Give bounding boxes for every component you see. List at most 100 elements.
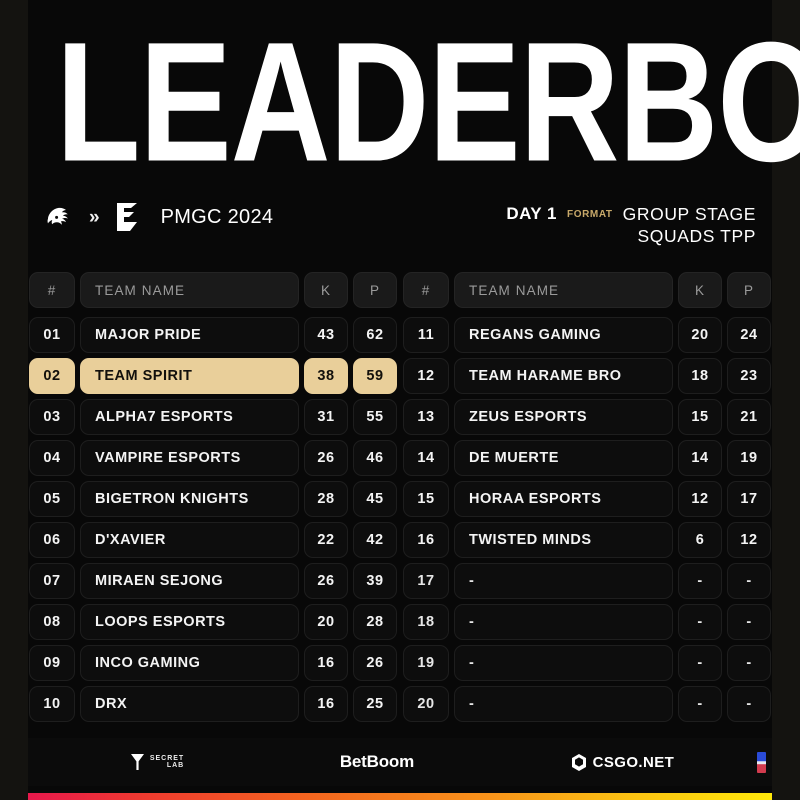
table-row[interactable]: 16 TWISTED MINDS 6 12: [403, 522, 771, 558]
cell-rank: 19: [403, 645, 449, 681]
standings-tables: # TEAM NAME K P 01 MAJOR PRIDE 43 62 02 TEAM …: [28, 272, 772, 727]
page-title: LEADERBOARD: [56, 17, 800, 188]
cell-kills: -: [678, 686, 722, 722]
cell-points: 23: [727, 358, 771, 394]
cell-points: 39: [353, 563, 397, 599]
header-kills: K: [304, 272, 348, 308]
table-row[interactable]: 03 ALPHA7 ESPORTS 31 55: [29, 399, 397, 435]
cell-points: 45: [353, 481, 397, 517]
format-line-1: GROUP STAGE: [622, 204, 756, 224]
table-row[interactable]: 19- - -: [403, 645, 771, 681]
cell-points: 17: [727, 481, 771, 517]
cell-rank: 09: [29, 645, 75, 681]
table-row[interactable]: 09 INCO GAMING 16 26: [29, 645, 397, 681]
cell-rank: 10: [29, 686, 75, 722]
secretlab-triangle-icon: [130, 753, 145, 771]
cell-points: 42: [353, 522, 397, 558]
event-header: » PMGC 2024 DAY 1 FORMAT GROUP STAGE SQU…: [44, 195, 756, 251]
table-row[interactable]: 10 DRX 16 25: [29, 686, 397, 722]
table-row[interactable]: 13 ZEUS ESPORTS 15 21: [403, 399, 771, 435]
sponsor-betboom[interactable]: BetBoom: [340, 752, 414, 772]
cell-team-name: TEAM SPIRIT: [80, 358, 299, 394]
format-label: FORMAT: [567, 209, 613, 220]
table-row[interactable]: 02 TEAM SPIRIT 38 59: [29, 358, 397, 394]
partial-sponsor-logo-icon: [757, 752, 766, 773]
cell-points: 59: [353, 358, 397, 394]
cell-team-name: INCO GAMING: [80, 645, 299, 681]
cell-kills: -: [678, 604, 722, 640]
cell-rank: 16: [403, 522, 449, 558]
cell-rank: 08: [29, 604, 75, 640]
cell-rank: 13: [403, 399, 449, 435]
cell-rank: 02: [29, 358, 75, 394]
cell-team-name: LOOPS ESPORTS: [80, 604, 299, 640]
day-label: DAY 1: [506, 204, 558, 223]
sponsor-betboom-label: BetBoom: [339, 752, 414, 771]
header-points: P: [727, 272, 771, 308]
cell-kills: 18: [678, 358, 722, 394]
table-row[interactable]: 20- - -: [403, 686, 771, 722]
sponsor-csgonet-label: CSGO.NET: [592, 753, 675, 771]
cell-kills: 38: [304, 358, 348, 394]
table-row[interactable]: 18- - -: [403, 604, 771, 640]
cell-team-name: DRX: [80, 686, 299, 722]
header-rank: #: [29, 272, 75, 308]
cell-kills: 26: [304, 440, 348, 476]
cell-kills: 22: [304, 522, 348, 558]
sponsor-secretlab-label: SECRET LAB: [150, 755, 184, 769]
cell-points: -: [727, 604, 771, 640]
table-row[interactable]: 14 DE MUERTE 14 19: [403, 440, 771, 476]
cell-rank: 17: [403, 563, 449, 599]
sponsor-csgonet[interactable]: CSGO.NET: [570, 753, 675, 772]
cell-kills: 16: [304, 686, 348, 722]
left-gutter: [0, 0, 28, 800]
cell-kills: 14: [678, 440, 722, 476]
cell-kills: 26: [304, 563, 348, 599]
table-row[interactable]: 12 TEAM HARAME BRO 18 23: [403, 358, 771, 394]
sponsor-bar: SECRET LAB BetBoom CSGO.NET: [28, 738, 772, 786]
sponsor-secretlab[interactable]: SECRET LAB: [130, 753, 184, 771]
cell-kills: 6: [678, 522, 722, 558]
cell-kills: 20: [678, 317, 722, 353]
cell-kills: 20: [304, 604, 348, 640]
table-row[interactable]: 04 VAMPIRE ESPORTS 26 46: [29, 440, 397, 476]
cell-team-name: DE MUERTE: [454, 440, 673, 476]
cell-kills: 15: [678, 399, 722, 435]
table-row[interactable]: 15 HORAA ESPORTS 12 17: [403, 481, 771, 517]
table-header-row-left: # TEAM NAME K P: [29, 272, 397, 308]
cell-kills: 12: [678, 481, 722, 517]
table-row[interactable]: 05 BIGETRON KNIGHTS 28 45: [29, 481, 397, 517]
cell-rank: 12: [403, 358, 449, 394]
page-title-text: LEADERBOARD: [56, 8, 800, 198]
cell-team-name: BIGETRON KNIGHTS: [80, 481, 299, 517]
cell-points: 55: [353, 399, 397, 435]
header-kills: K: [678, 272, 722, 308]
cell-points: 28: [353, 604, 397, 640]
cell-points: 46: [353, 440, 397, 476]
cell-points: 21: [727, 399, 771, 435]
table-row[interactable]: 01 MAJOR PRIDE 43 62: [29, 317, 397, 353]
table-row[interactable]: 08 LOOPS ESPORTS 20 28: [29, 604, 397, 640]
table-row[interactable]: 17- - -: [403, 563, 771, 599]
cell-rank: 06: [29, 522, 75, 558]
cell-rank: 20: [403, 686, 449, 722]
cell-team-name: -: [454, 686, 673, 722]
cell-points: 19: [727, 440, 771, 476]
cell-team-name: -: [454, 604, 673, 640]
header-rank: #: [403, 272, 449, 308]
table-row[interactable]: 11 REGANS GAMING 20 24: [403, 317, 771, 353]
cell-points: 24: [727, 317, 771, 353]
cell-rank: 03: [29, 399, 75, 435]
cell-rank: 04: [29, 440, 75, 476]
header-team-name: TEAM NAME: [454, 272, 673, 308]
hexagon-icon: [570, 753, 588, 772]
cell-rank: 18: [403, 604, 449, 640]
table-row[interactable]: 06 D'XAVIER 22 42: [29, 522, 397, 558]
cell-team-name: MIRAEN SEJONG: [80, 563, 299, 599]
cell-kills: -: [678, 645, 722, 681]
cell-points: 12: [727, 522, 771, 558]
cell-kills: 43: [304, 317, 348, 353]
cell-team-name: REGANS GAMING: [454, 317, 673, 353]
table-row[interactable]: 07 MIRAEN SEJONG 26 39: [29, 563, 397, 599]
cell-rank: 01: [29, 317, 75, 353]
